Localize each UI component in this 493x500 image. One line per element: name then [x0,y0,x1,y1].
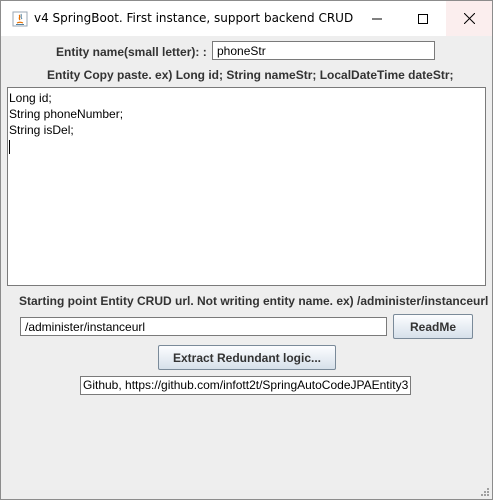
entity-fields-textarea[interactable]: Long id; String phoneNumber; String isDe… [7,87,486,286]
text-caret [9,139,10,154]
text-caret-line [9,138,484,154]
github-link-field[interactable]: Github, https://github.com/infott2t/Spri… [80,376,411,395]
minimize-button[interactable] [354,1,400,36]
title-bar[interactable]: v4 SpringBoot. First instance, support b… [1,1,492,36]
main-panel: Entity name(small letter): : Entity Copy… [1,36,492,499]
entity-field-line: Long id; [9,91,52,105]
entity-field-line: String phoneNumber; [9,107,124,121]
crud-url-label: Starting point Entity CRUD url. Not writ… [19,294,489,308]
readme-button[interactable]: ReadMe [393,314,473,339]
minimize-icon [372,18,382,19]
maximize-button[interactable] [400,1,446,36]
window-title: v4 SpringBoot. First instance, support b… [34,11,354,25]
entity-name-input[interactable] [212,41,435,60]
maximize-icon [418,13,428,24]
close-icon [463,13,475,24]
app-window: v4 SpringBoot. First instance, support b… [0,0,493,500]
extract-redundant-logic-button[interactable]: Extract Redundant logic... [158,345,336,370]
resize-grip-icon[interactable] [478,485,490,497]
entity-name-label: Entity name(small letter): : [56,45,207,59]
java-app-icon [12,11,28,27]
close-button[interactable] [446,1,492,36]
entity-field-line: String isDel; [9,123,74,137]
crud-url-input[interactable] [20,317,387,336]
entity-copy-label: Entity Copy paste. ex) Long id; String n… [47,68,454,82]
